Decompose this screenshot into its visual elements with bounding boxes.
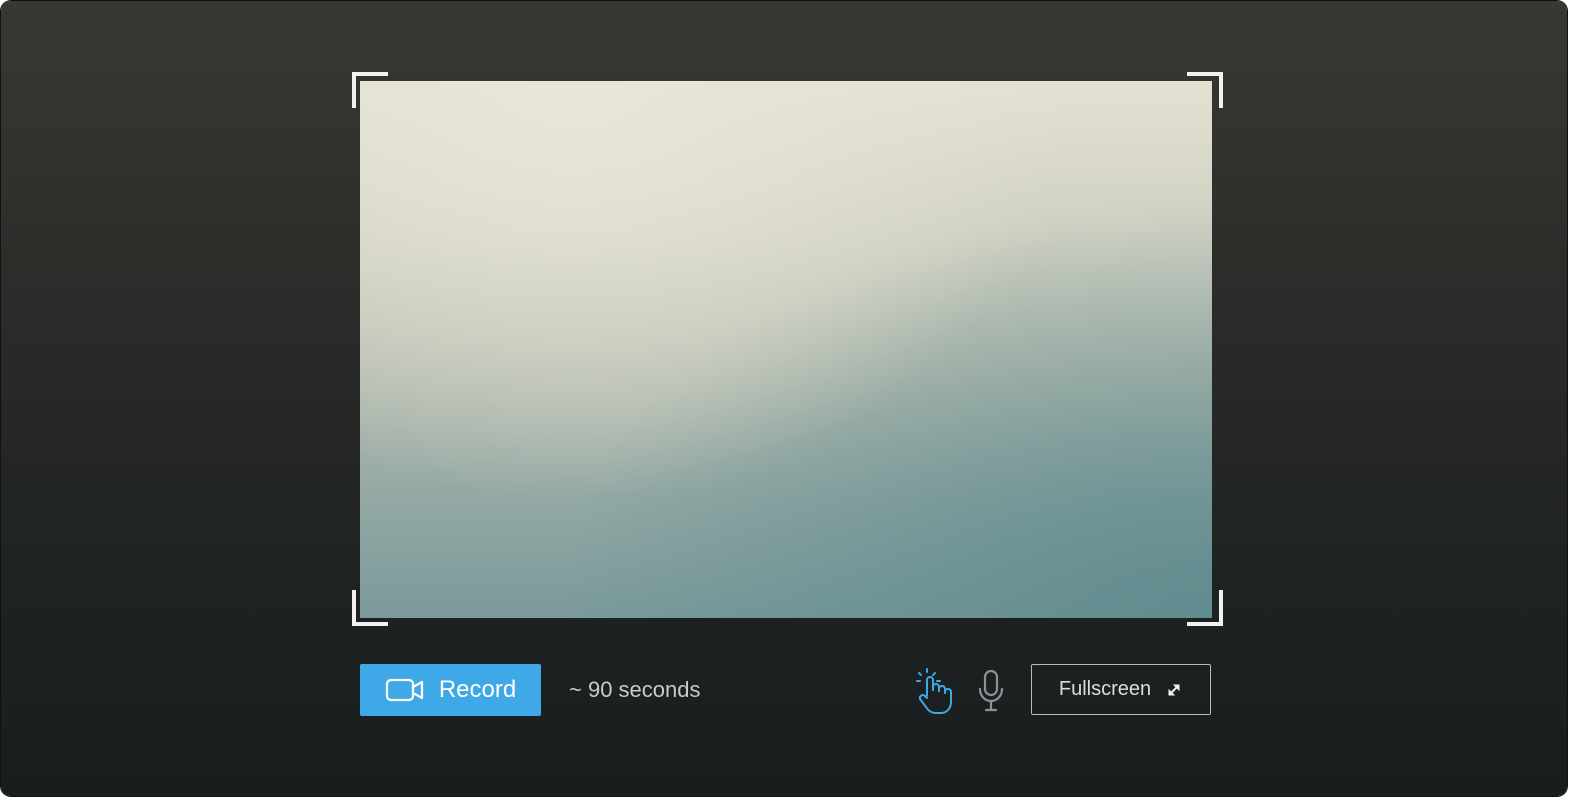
- frame-corner-bottom-left[interactable]: [352, 590, 388, 626]
- capture-preview: [360, 81, 1212, 618]
- frame-corner-top-left[interactable]: [352, 72, 388, 108]
- video-camera-icon: [385, 676, 425, 704]
- expand-arrows-icon: [1165, 681, 1183, 699]
- record-button[interactable]: Record: [360, 664, 541, 716]
- duration-estimate: ~ 90 seconds: [569, 677, 701, 702]
- recorder-window: Record ~ 90 seconds Fullscreen: [1, 1, 1567, 796]
- fullscreen-button[interactable]: Fullscreen: [1031, 664, 1211, 715]
- frame-corner-bottom-right[interactable]: [1187, 590, 1223, 626]
- fullscreen-label: Fullscreen: [1058, 678, 1152, 700]
- record-label: Record: [438, 676, 517, 703]
- frame-corner-top-right[interactable]: [1187, 72, 1223, 108]
- touch-indicator-icon[interactable]: [913, 666, 957, 716]
- microphone-icon[interactable]: [976, 669, 1006, 713]
